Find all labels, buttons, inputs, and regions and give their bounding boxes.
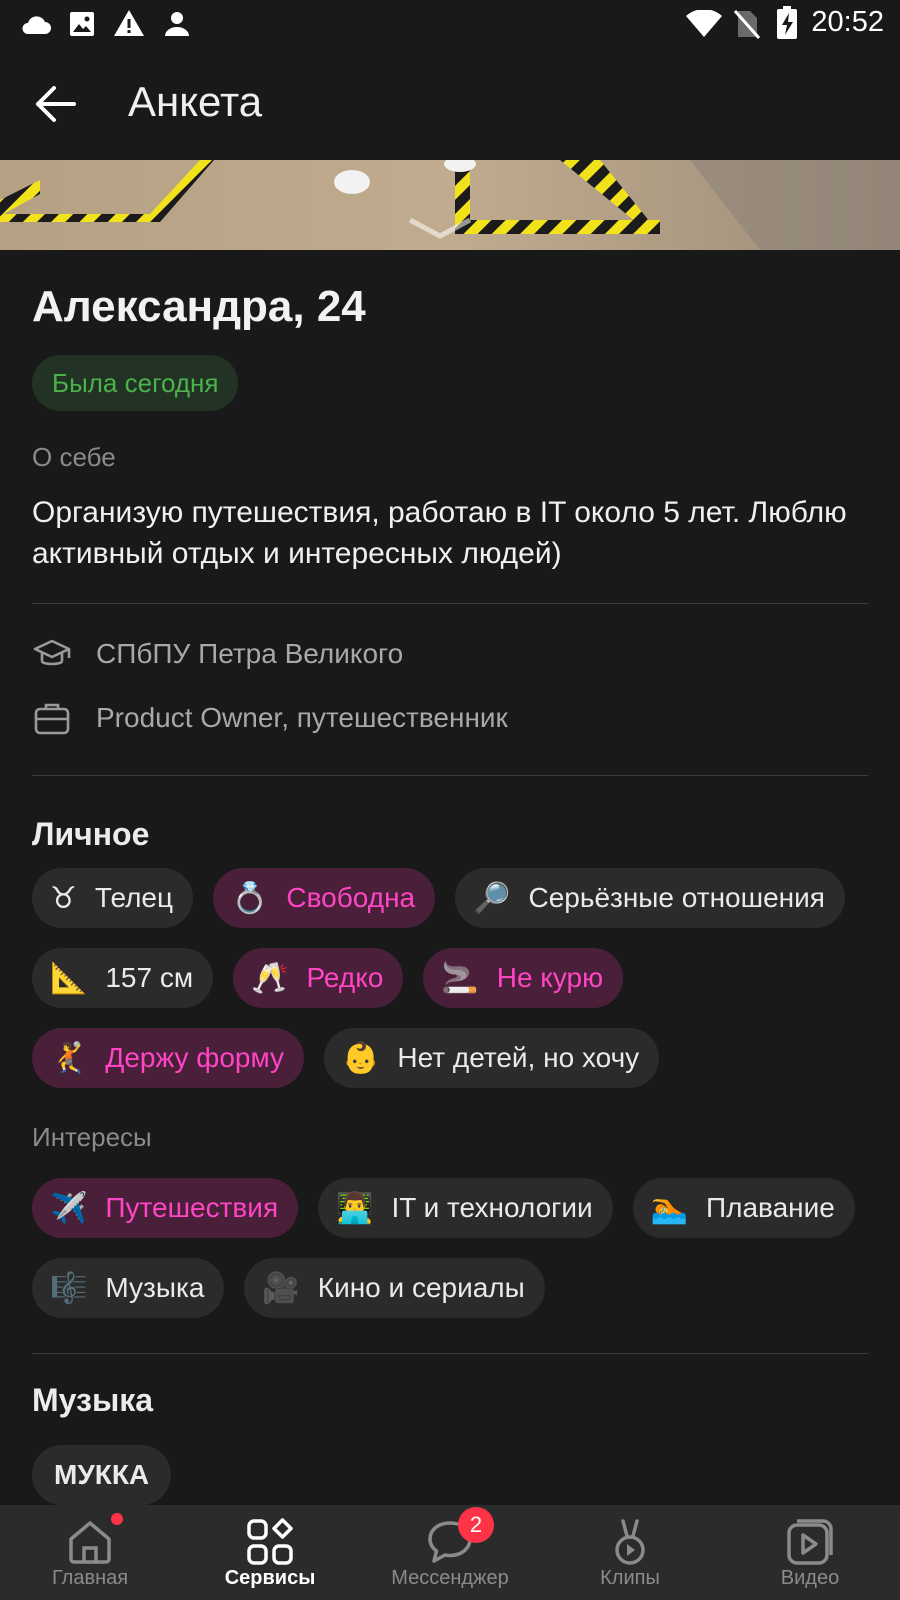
profile-content: Александра, 24 Была сегодня О себе Орган…	[0, 250, 900, 1505]
interests-caption: Интересы	[32, 1122, 152, 1152]
nav-video[interactable]: Видео	[720, 1505, 900, 1600]
personal-chip-emoji-icon: 🤾	[50, 1040, 88, 1076]
status-time: 20:52	[811, 6, 884, 38]
interest-chip-label: Плавание	[706, 1192, 835, 1223]
nav-clips[interactable]: Клипы	[540, 1505, 720, 1600]
job-row: Product Owner, путешественник	[32, 696, 508, 740]
briefcase-icon	[34, 703, 70, 735]
personal-chip-label: Нет детей, но хочу	[397, 1042, 640, 1073]
personal-chip-emoji-icon: 🔎	[473, 880, 511, 916]
job-text: Product Owner, путешественник	[96, 702, 508, 733]
personal-chip-label: Держу форму	[105, 1042, 285, 1073]
interest-chip[interactable]: 🎼 Музыка	[32, 1258, 225, 1318]
video-icon	[787, 1519, 833, 1565]
personal-chip[interactable]: 🤾 Держу форму	[32, 1028, 305, 1088]
divider	[32, 775, 868, 776]
profile-name: Александра, 24	[32, 282, 366, 331]
interest-chips: ✈️ Путешествия 👨‍💻 IT и технологии 🏊 Плавание…	[32, 1178, 882, 1338]
status-bar: 20:52	[0, 0, 900, 50]
personal-chip-label: Телец	[94, 882, 174, 913]
battery-charging-icon	[777, 6, 797, 39]
interest-chip[interactable]: 🎥 Кино и сериалы	[244, 1258, 545, 1318]
profile-photo[interactable]	[0, 160, 900, 250]
personal-chip-label: Свободна	[286, 882, 416, 913]
personal-chip-label: Не курю	[496, 962, 604, 993]
cloud-icon	[22, 16, 51, 34]
back-arrow-icon[interactable]	[30, 78, 82, 130]
clips-icon	[615, 1519, 645, 1565]
music-artist-chip[interactable]: МУККА	[32, 1445, 172, 1505]
interest-chip[interactable]: ✈️ Путешествия	[32, 1178, 299, 1238]
graduation-cap-icon	[33, 639, 71, 666]
nav-home[interactable]: Главная	[0, 1505, 180, 1600]
interest-chip-emoji-icon: 🎥	[262, 1270, 300, 1306]
image-icon	[70, 12, 94, 36]
personal-chips: ♉ Телец 💍 Свободна 🔎 Серьёзные отношения 📐 157 …	[32, 868, 882, 1108]
personal-chip-label: Серьёзные отношения	[528, 882, 825, 913]
personal-section-title: Личное	[32, 816, 150, 852]
personal-chip-emoji-icon: ♉	[50, 880, 77, 916]
about-text: Организую путешествия, работаю в IT окол…	[32, 496, 847, 570]
personal-chip-emoji-icon: 🚬	[441, 960, 479, 996]
personal-chip-emoji-icon: 👶	[342, 1040, 380, 1076]
personal-chip-emoji-icon: 🥂	[251, 960, 289, 996]
music-chips: МУККА	[32, 1445, 882, 1505]
personal-chip[interactable]: 🚬 Не курю	[423, 948, 624, 1008]
nav-services[interactable]: Сервисы	[180, 1505, 360, 1600]
divider	[32, 1353, 868, 1354]
education-row: СПбПУ Петра Великого	[32, 632, 403, 676]
interest-chip-label: Музыка	[105, 1272, 205, 1303]
nav-video-label: Видео	[780, 1567, 840, 1589]
wifi-icon	[686, 10, 722, 37]
personal-chip-emoji-icon: 💍	[231, 880, 269, 916]
screen: 20:52 Анкета Александра, 24 Была сегодня…	[0, 0, 900, 1600]
interest-chip-label: IT и технологии	[391, 1192, 593, 1223]
interest-chip-emoji-icon: 🏊	[650, 1190, 689, 1226]
personal-chip[interactable]: 🔎 Серьёзные отношения	[455, 868, 845, 928]
music-section-title: Музыка	[32, 1382, 154, 1418]
page-title: Анкета	[128, 78, 263, 125]
divider	[32, 603, 868, 604]
interest-chip-emoji-icon: ✈️	[50, 1190, 88, 1226]
interest-chip[interactable]: 👨‍💻 IT и технологии	[318, 1178, 613, 1238]
services-icon	[247, 1518, 293, 1565]
interest-chip-emoji-icon: 🎼	[50, 1270, 88, 1306]
nav-messenger-label: Мессенджер	[391, 1567, 509, 1589]
personal-chip[interactable]: 📐 157 см	[32, 948, 214, 1008]
warning-icon	[114, 10, 144, 36]
home-icon	[69, 1521, 111, 1564]
profile-photo-image	[0, 160, 900, 250]
nav-services-label: Сервисы	[224, 1567, 316, 1589]
personal-chip[interactable]: ♉ Телец	[32, 868, 194, 928]
interest-chip-label: Путешествия	[105, 1192, 279, 1223]
personal-chip[interactable]: 👶 Нет детей, но хочу	[324, 1028, 660, 1088]
personal-chip[interactable]: 💍 Свободна	[213, 868, 436, 928]
education-text: СПбПУ Петра Великого	[96, 638, 404, 669]
personal-chip[interactable]: 🥂 Редко	[233, 948, 404, 1008]
online-status-badge: Была сегодня	[32, 355, 239, 411]
nav-messenger[interactable]: 2 Мессенджер	[360, 1505, 540, 1600]
personal-chip-emoji-icon: 📐	[50, 960, 88, 996]
home-notification-dot	[111, 1513, 123, 1525]
personal-chip-label: 157 см	[105, 962, 194, 993]
app-bar: Анкета	[0, 50, 900, 160]
account-icon	[165, 12, 189, 36]
no-sim-icon	[734, 10, 760, 39]
interest-chip[interactable]: 🏊 Плавание	[632, 1178, 855, 1238]
nav-clips-label: Клипы	[600, 1567, 660, 1589]
bottom-navigation: Главная Сервисы 2 Мессенджер Клипы Видео	[0, 1505, 900, 1600]
about-caption: О себе	[32, 442, 116, 472]
nav-home-label: Главная	[51, 1567, 129, 1589]
messenger-unread-badge: 2	[458, 1507, 494, 1543]
personal-chip-label: Редко	[306, 962, 384, 993]
interest-chip-label: Кино и сериалы	[317, 1272, 525, 1303]
interest-chip-emoji-icon: 👨‍💻	[336, 1190, 374, 1226]
